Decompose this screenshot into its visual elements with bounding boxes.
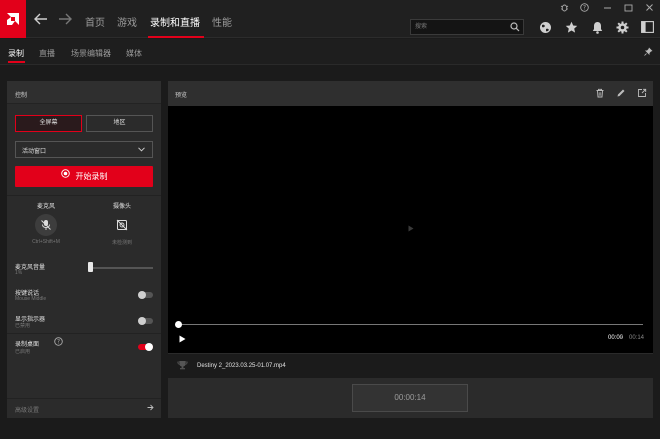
record-desktop-toggle[interactable] — [138, 343, 153, 351]
start-recording-label: 开始录制 — [75, 172, 108, 181]
nav-tab-home[interactable]: 首页 — [85, 14, 105, 29]
recording-file-row[interactable]: Destiny 2_2023.03.25-01.07.mp4 — [168, 358, 653, 376]
gear-icon[interactable] — [616, 21, 629, 36]
capture-target-select[interactable]: 活动窗口 — [15, 141, 153, 158]
camera-label: 摄像头 — [112, 204, 131, 210]
help-circle-icon[interactable]: ? — [580, 3, 589, 14]
mic-volume-slider-thumb[interactable] — [88, 262, 93, 272]
search-input[interactable] — [411, 20, 507, 34]
show-indicator-toggle[interactable] — [138, 317, 153, 325]
star-icon[interactable] — [565, 21, 578, 36]
record-desktop-status: 已启用 — [15, 349, 31, 355]
video-total-time: 00:14 — [629, 335, 645, 341]
forward-arrow-icon[interactable] — [58, 13, 72, 25]
microphone-label: 麦克风 — [36, 204, 55, 210]
fullscreen-mode-button[interactable]: 全屏幕 — [15, 115, 82, 132]
subtab-record[interactable]: 录制 — [8, 48, 24, 59]
arrow-right-icon[interactable] — [147, 404, 154, 413]
close-icon[interactable] — [645, 3, 654, 14]
bug-icon[interactable] — [560, 3, 569, 14]
record-icon — [60, 165, 70, 186]
video-progress-bar[interactable] — [178, 324, 643, 325]
nav-tab-games[interactable]: 游戏 — [117, 14, 137, 29]
advanced-settings-link[interactable]: 高级设置 — [15, 405, 39, 414]
recording-file-name: Destiny 2_2023.03.25-01.07.mp4 — [197, 363, 286, 369]
subtab-media[interactable]: 媒体 — [126, 48, 142, 59]
help-icon[interactable]: ? — [54, 337, 63, 348]
region-mode-button[interactable]: 地区 — [86, 115, 153, 132]
preview-header: 预览 — [168, 81, 653, 106]
preview-title: 预览 — [175, 93, 188, 99]
mic-volume-slider[interactable] — [91, 267, 153, 269]
title-bar: 首页 游戏 录制和直播 性能 ? — [0, 0, 660, 38]
trophy-icon — [177, 360, 188, 372]
svg-text:?: ? — [583, 5, 586, 12]
preview-panel: 预览 00:00 / 00:14 — [168, 81, 653, 354]
control-panel-title: 控制 — [7, 81, 161, 104]
control-panel: 控制 全屏幕 地区 活动窗口 开始录制 麦克风 Ctrl+Shift+M 摄像头… — [7, 81, 161, 418]
open-external-icon[interactable] — [637, 88, 647, 100]
sub-navigation: 录制 直播 场景编辑器 媒体 — [0, 39, 660, 65]
camera-toggle-button[interactable] — [111, 214, 133, 236]
subtab-scene-editor[interactable]: 场景编辑器 — [71, 48, 111, 59]
trash-icon[interactable] — [595, 88, 605, 100]
play-icon[interactable] — [179, 335, 186, 345]
nav-tab-performance[interactable]: 性能 — [212, 14, 232, 29]
video-preview[interactable]: 00:00 / 00:14 — [168, 106, 653, 353]
center-play-icon[interactable] — [408, 225, 414, 234]
camera-control: 摄像头 未检测到 — [92, 201, 152, 246]
minimize-icon[interactable] — [603, 3, 612, 14]
show-indicator-status: 已禁用 — [15, 323, 31, 329]
microphone-control: 麦克风 Ctrl+Shift+M — [16, 201, 76, 245]
camera-status: 未检测到 — [111, 240, 132, 246]
divider — [7, 333, 161, 334]
search-icon[interactable] — [510, 22, 520, 34]
timer-bar: 00:00:14 — [168, 378, 653, 418]
globe-icon[interactable] — [539, 21, 552, 36]
start-recording-button[interactable]: 开始录制 — [15, 166, 153, 187]
subtab-stream[interactable]: 直播 — [39, 48, 55, 59]
amd-logo[interactable] — [0, 0, 26, 38]
active-tab-indicator — [148, 36, 204, 38]
microphone-mute-button[interactable] — [35, 214, 57, 236]
nav-tab-record-stream[interactable]: 录制和直播 — [150, 14, 200, 29]
recording-timer: 00:00:14 — [352, 384, 468, 412]
video-progress-thumb[interactable] — [175, 321, 182, 328]
restore-icon[interactable] — [624, 3, 633, 14]
mic-volume-value: 1% — [15, 270, 23, 276]
push-to-talk-key: Mouse Middle — [15, 296, 47, 302]
search-box[interactable] — [410, 19, 524, 35]
divider — [7, 195, 161, 196]
divider — [7, 398, 161, 399]
record-desktop-title: 录制桌面 — [15, 342, 40, 348]
sidebar-toggle-icon[interactable] — [641, 21, 654, 35]
capture-target-value: 活动窗口 — [22, 149, 47, 155]
active-subtab-indicator — [8, 61, 25, 63]
svg-text:?: ? — [57, 339, 60, 346]
microphone-hotkey: Ctrl+Shift+M — [32, 239, 60, 245]
chevron-down-icon — [138, 147, 145, 154]
push-to-talk-toggle[interactable] — [138, 291, 153, 299]
pencil-icon[interactable] — [616, 88, 626, 100]
pin-icon[interactable] — [644, 47, 653, 58]
bell-icon[interactable] — [591, 21, 604, 36]
video-time-separator: / — [621, 335, 623, 341]
back-arrow-icon[interactable] — [34, 13, 48, 25]
